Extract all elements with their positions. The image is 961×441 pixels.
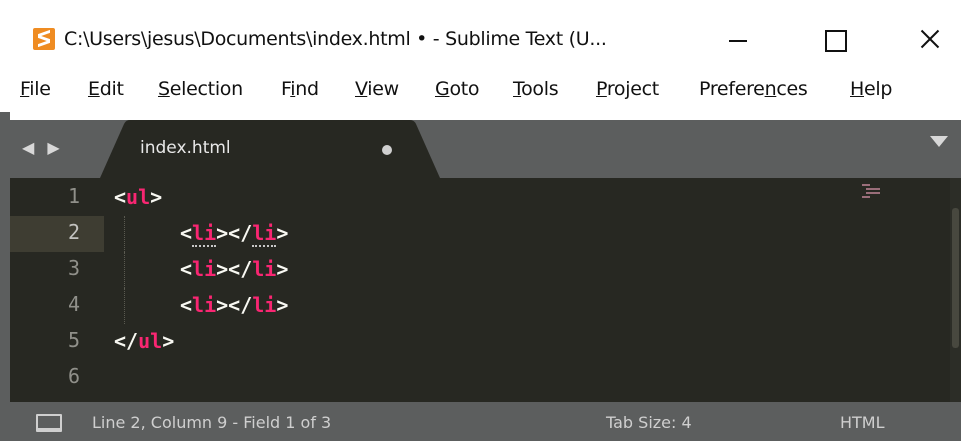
minimize-button[interactable] — [714, 16, 768, 60]
menu-tools[interactable]: Tools — [513, 78, 559, 100]
indent-guide — [124, 216, 125, 252]
line-gutter: 6 — [10, 360, 104, 396]
line-number: 3 — [67, 256, 80, 280]
line-gutter: 4 — [10, 288, 104, 324]
menu-goto[interactable]: Goto — [435, 78, 480, 100]
code-text: <li></li> — [180, 257, 289, 281]
code-line: 4 <li></li> — [10, 288, 961, 324]
line-gutter: 1 — [10, 180, 104, 216]
line-number: 5 — [67, 328, 80, 352]
line-number: 4 — [67, 292, 80, 316]
line-number: 2 — [67, 220, 80, 244]
window-left-edge — [0, 112, 10, 402]
line-gutter: 3 — [10, 252, 104, 288]
menu-find[interactable]: Find — [281, 78, 319, 100]
scrollbar-thumb[interactable] — [952, 208, 959, 348]
code-text: <li></li> — [180, 221, 289, 247]
code-line: 3 <li></li> — [10, 252, 961, 288]
tab-label[interactable]: index.html — [140, 138, 231, 158]
line-number: 6 — [67, 364, 80, 388]
code-text: <li></li> — [180, 293, 289, 317]
tab-dropdown-icon[interactable] — [930, 136, 948, 147]
menu-project[interactable]: Project — [596, 78, 659, 100]
window-title: C:\Users\jesus\Documents\index.html • - … — [64, 28, 607, 50]
code-line: 1 <ul> — [10, 180, 961, 216]
status-bar: Line 2, Column 9 - Field 1 of 3 Tab Size… — [0, 402, 961, 441]
code-text: <ul> — [114, 185, 163, 209]
maximize-button[interactable] — [808, 16, 862, 60]
tab-nav-arrows-icon[interactable]: ◀ ▶ — [22, 138, 64, 157]
title-bar: C:\Users\jesus\Documents\index.html • - … — [0, 0, 961, 74]
editor-area[interactable]: 1 <ul> 2 <li></li> 3 <li></li> 4 <li></l… — [10, 178, 961, 402]
menu-edit[interactable]: Edit — [88, 78, 124, 100]
cursor-position: Line 2, Column 9 - Field 1 of 3 — [92, 413, 332, 432]
close-button[interactable] — [902, 16, 956, 60]
indent-guide — [124, 252, 125, 288]
line-gutter: 5 — [10, 324, 104, 360]
minimap[interactable] — [862, 183, 884, 199]
panel-toggle-icon[interactable] — [36, 414, 62, 432]
menu-selection[interactable]: Selection — [158, 78, 243, 100]
code-text: </ul> — [114, 329, 175, 353]
line-number: 1 — [67, 184, 80, 208]
code-line: 6 — [10, 360, 961, 396]
menu-file[interactable]: File — [20, 78, 51, 100]
indent-guide — [124, 288, 125, 324]
tab-size-indicator[interactable]: Tab Size: 4 — [606, 413, 692, 432]
menu-help[interactable]: Help — [850, 78, 892, 100]
menu-bar: File Edit Selection Find View Goto Tools… — [0, 74, 961, 112]
menu-preferences[interactable]: Preferences — [699, 78, 808, 100]
code-line: 5 </ul> — [10, 324, 961, 360]
line-gutter: 2 — [10, 216, 104, 252]
menu-view[interactable]: View — [355, 78, 399, 100]
syntax-indicator[interactable]: HTML — [840, 413, 885, 432]
sublime-logo-icon — [33, 28, 55, 50]
vertical-scrollbar[interactable] — [950, 178, 961, 402]
code-line-current: 2 <li></li> — [10, 216, 961, 252]
unsaved-dot-icon[interactable] — [382, 145, 392, 155]
